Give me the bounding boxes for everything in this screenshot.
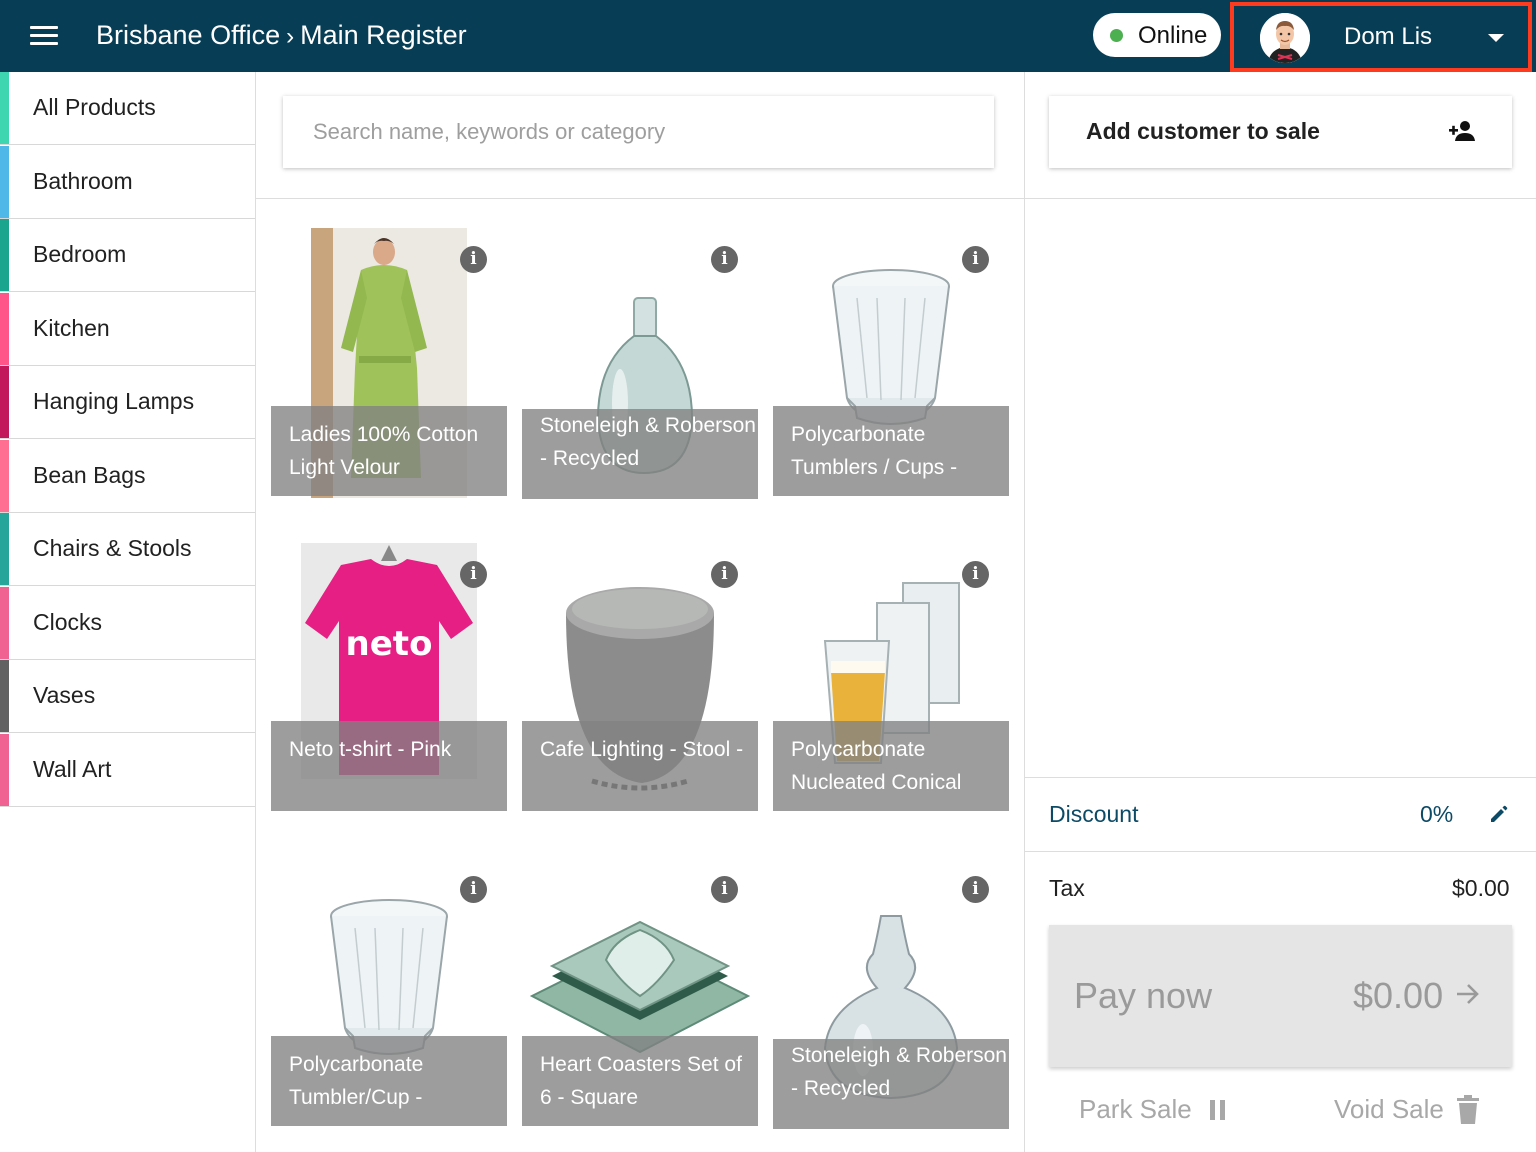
info-icon[interactable]: i	[962, 876, 989, 903]
sidebar-item-label: Kitchen	[33, 314, 110, 341]
arrow-right-icon	[1457, 984, 1479, 1004]
pay-amount: $0.00	[1353, 975, 1444, 1016]
divider	[1025, 851, 1536, 852]
info-icon[interactable]: i	[711, 561, 738, 588]
category-color-bar	[0, 660, 9, 732]
info-icon[interactable]: i	[460, 876, 487, 903]
user-menu[interactable]: Dom Lis	[1230, 2, 1532, 72]
sidebar-item-label: Bedroom	[33, 241, 127, 267]
sidebar-item[interactable]: Chairs & Stools	[0, 513, 255, 586]
search-input[interactable]	[283, 96, 994, 168]
product-name: Heart Coasters Set of 6 - Square	[522, 1036, 758, 1126]
category-color-bar	[0, 145, 9, 218]
sidebar-item[interactable]: Vases	[0, 660, 255, 733]
sidebar-item-label: Bathroom	[33, 167, 133, 194]
product-name: Stoneleigh & Roberson - Recycled	[522, 409, 758, 499]
category-color-bar	[0, 513, 9, 585]
sidebar-item-label: Wall Art	[33, 755, 112, 782]
avatar	[1260, 13, 1310, 63]
breadcrumb: Brisbane Office › Main Register	[96, 20, 467, 51]
discount-value: 0%	[1420, 801, 1454, 827]
void-sale-label: Void Sale	[1334, 1094, 1444, 1124]
info-icon[interactable]: i	[711, 876, 738, 903]
add-customer-label: Add customer to sale	[1086, 118, 1320, 144]
breadcrumb-register: Main Register	[300, 20, 467, 50]
trash-icon	[1457, 1094, 1480, 1124]
online-dot-icon	[1110, 29, 1123, 42]
park-sale-label: Park Sale	[1079, 1094, 1192, 1124]
product-tile[interactable]: i Stoneleigh & Roberson - Recycled	[522, 228, 758, 528]
tax-label: Tax	[1049, 875, 1085, 901]
chevron-down-icon	[1488, 34, 1504, 42]
category-color-bar	[0, 586, 9, 659]
product-tile[interactable]: i Polycarbonate Tumbler/Cup -	[271, 858, 507, 1152]
product-name: Polycarbonate Nucleated Conical	[773, 721, 1009, 811]
pause-icon	[1210, 1099, 1226, 1120]
sidebar-item-label: Chairs & Stools	[33, 535, 192, 561]
divider	[1024, 72, 1025, 1152]
product-name: Neto t-shirt - Pink	[271, 721, 507, 811]
product-tile[interactable]: i Ladies 100% Cotton Light Velour	[271, 228, 507, 528]
sidebar-item[interactable]: Clocks	[0, 586, 255, 660]
sidebar-item[interactable]: Hanging Lamps	[0, 366, 255, 439]
category-color-bar	[0, 72, 9, 144]
info-icon[interactable]: i	[962, 246, 989, 273]
product-tile[interactable]: i Cafe Lighting - Stool -	[522, 543, 758, 843]
pay-now-label: Pay now	[1074, 975, 1213, 1016]
sidebar-item-label: Hanging Lamps	[33, 388, 195, 414]
product-tile[interactable]: i Polycarbonate Tumblers / Cups -	[773, 228, 1009, 528]
online-status-label: Online	[1138, 22, 1208, 49]
pencil-icon[interactable]	[1488, 803, 1510, 825]
pay-now-button[interactable]: Pay now $0.00	[1049, 925, 1512, 1067]
category-color-bar	[0, 733, 9, 806]
product-name: Ladies 100% Cotton Light Velour	[271, 406, 507, 496]
sidebar-item[interactable]: Kitchen	[0, 292, 255, 366]
info-icon[interactable]: i	[962, 561, 989, 588]
breadcrumb-separator: ›	[286, 23, 295, 50]
sidebar-item-label: Bean Bags	[33, 461, 146, 488]
product-tile[interactable]: i Polycarbonate Nucleated Conical	[773, 543, 1009, 843]
info-icon[interactable]: i	[460, 246, 487, 273]
divider	[256, 198, 1024, 199]
tshirt-text: neto	[346, 624, 433, 664]
product-name: Stoneleigh & Roberson - Recycled	[773, 1039, 1009, 1129]
info-icon[interactable]: i	[711, 246, 738, 273]
product-name: Polycarbonate Tumblers / Cups -	[773, 406, 1009, 496]
sidebar-item[interactable]: Bathroom	[0, 145, 255, 219]
divider	[1025, 198, 1536, 199]
sidebar-item-label: Vases	[33, 682, 96, 708]
user-name: Dom Lis	[1344, 23, 1433, 50]
product-tile[interactable]: i Heart Coasters Set of 6 - Square	[522, 858, 758, 1152]
sidebar-item[interactable]: Bedroom	[0, 219, 255, 292]
product-name: Polycarbonate Tumbler/Cup -	[271, 1036, 507, 1126]
discount-label[interactable]: Discount	[1049, 801, 1138, 828]
sidebar-item[interactable]: Wall Art	[0, 733, 255, 807]
add-customer-button[interactable]: Add customer to sale	[1049, 96, 1512, 168]
sidebar-item-label: All Products	[33, 94, 156, 120]
category-color-bar	[0, 366, 9, 438]
divider	[1025, 777, 1536, 778]
sidebar-item-label: Clocks	[33, 608, 103, 635]
info-icon[interactable]: i	[460, 561, 487, 588]
hamburger-menu-icon[interactable]	[30, 22, 66, 50]
sidebar-item[interactable]: All Products	[0, 72, 255, 145]
product-name: Cafe Lighting - Stool -	[522, 721, 758, 811]
category-color-bar	[0, 292, 9, 365]
category-sidebar: All Products Bathroom Bedroom Kitchen Hangin…	[0, 72, 256, 1152]
category-color-bar	[0, 219, 9, 291]
product-tile[interactable]: i Stoneleigh & Roberson - Recycled	[773, 858, 1009, 1152]
void-sale-button[interactable]: Void Sale	[1334, 1094, 1480, 1125]
sidebar-item[interactable]: Bean Bags	[0, 439, 255, 513]
category-color-bar	[0, 439, 9, 512]
online-status-badge: Online	[1093, 13, 1221, 57]
breadcrumb-location[interactable]: Brisbane Office	[96, 20, 280, 50]
add-person-icon	[1449, 121, 1475, 141]
top-bar: Brisbane Office › Main Register Online Dom…	[0, 0, 1536, 72]
product-tile[interactable]: neto i Neto t-shirt - Pink	[271, 543, 507, 843]
tax-value: $0.00	[1452, 875, 1510, 901]
park-sale-button[interactable]: Park Sale	[1079, 1094, 1228, 1125]
